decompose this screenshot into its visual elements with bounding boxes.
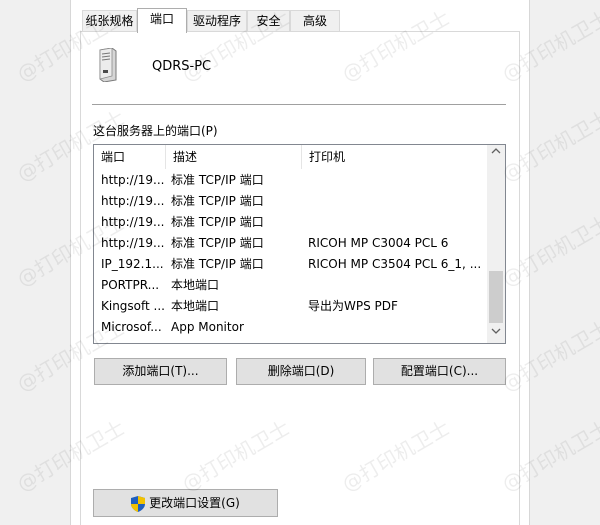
row-port: Microsof...	[101, 320, 162, 334]
row-port: http://19...	[101, 173, 165, 187]
tab-driver[interactable]: 驱动程序	[187, 10, 247, 31]
configure-port-button[interactable]: 配置端口(C)...	[373, 358, 506, 385]
server-icon	[99, 48, 117, 82]
list-rows: http://19... 标准 TCP/IP 端口 http://19... 标准 …	[94, 170, 487, 338]
row-port: http://19...	[101, 194, 165, 208]
row-description: 标准 TCP/IP 端口	[171, 215, 264, 229]
row-port: Kingsoft ...	[101, 299, 165, 313]
row-description: App Monitor	[171, 320, 244, 334]
row-description: 标准 TCP/IP 端口	[171, 173, 264, 187]
list-header: 端口 描述 打印机	[94, 145, 487, 169]
add-port-button[interactable]: 添加端口(T)...	[94, 358, 227, 385]
list-row[interactable]: http://19... 标准 TCP/IP 端口	[94, 191, 487, 212]
row-description: 本地端口	[171, 299, 220, 313]
column-header-port[interactable]: 端口	[94, 145, 166, 169]
list-row[interactable]: Kingsoft ... 本地端口 导出为WPS PDF	[94, 296, 487, 317]
server-name: QDRS-PC	[152, 59, 212, 74]
separator	[92, 104, 506, 105]
list-row[interactable]: PORTPR... 本地端口	[94, 275, 487, 296]
background-left	[0, 0, 70, 525]
row-description: 标准 TCP/IP 端口	[171, 194, 264, 208]
tab-security[interactable]: 安全	[247, 10, 290, 31]
vertical-scrollbar[interactable]	[487, 145, 505, 343]
row-printer: RICOH MP C3004 PCL 6	[308, 236, 449, 250]
ports-list-label: 这台服务器上的端口(P)	[93, 124, 218, 138]
tab-ports[interactable]: 端口	[137, 8, 187, 33]
tab-paper-size[interactable]: 纸张规格	[82, 10, 137, 31]
change-port-settings-button[interactable]: 更改端口设置(G)	[93, 489, 278, 517]
uac-shield-icon	[131, 495, 146, 512]
list-row[interactable]: IP_192.1... 标准 TCP/IP 端口 RICOH MP C3504 PC…	[94, 254, 487, 275]
row-description: 标准 TCP/IP 端口	[171, 236, 264, 250]
row-printer: 导出为WPS PDF	[308, 299, 398, 313]
change-port-settings-label: 更改端口设置(G)	[149, 496, 240, 510]
list-row[interactable]: http://19... 标准 TCP/IP 端口 RICOH MP C3004 P…	[94, 233, 487, 254]
chevron-down-icon[interactable]	[487, 325, 505, 343]
column-header-printer[interactable]: 打印机	[302, 145, 487, 169]
column-header-description[interactable]: 描述	[166, 145, 302, 169]
row-port: PORTPR...	[101, 278, 160, 292]
chevron-up-icon[interactable]	[487, 145, 505, 163]
row-port: http://19...	[101, 236, 165, 250]
list-row[interactable]: http://19... 标准 TCP/IP 端口	[94, 170, 487, 191]
background-right	[530, 0, 600, 525]
row-description: 标准 TCP/IP 端口	[171, 257, 264, 271]
row-port: http://19...	[101, 215, 165, 229]
row-printer: RICOH MP C3504 PCL 6_1, ...	[308, 257, 482, 271]
delete-port-button[interactable]: 删除端口(D)	[236, 358, 366, 385]
tab-advanced[interactable]: 高级	[290, 10, 340, 31]
list-row[interactable]: http://19... 标准 TCP/IP 端口	[94, 212, 487, 233]
row-port: IP_192.1...	[101, 257, 164, 271]
row-description: 本地端口	[171, 278, 220, 292]
list-row[interactable]: Microsof... App Monitor	[94, 317, 487, 338]
scrollbar-thumb[interactable]	[489, 271, 503, 323]
ports-listview[interactable]: 端口 描述 打印机 http://19... 标准 TCP/IP 端口 http:…	[93, 144, 506, 344]
